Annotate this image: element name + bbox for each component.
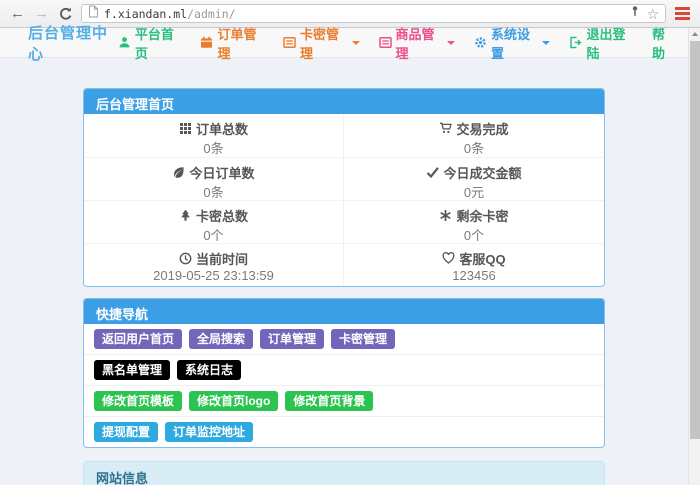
btn-order-mgmt[interactable]: 订单管理 <box>260 329 324 349</box>
btn-withdraw-config[interactable]: 提现配置 <box>94 422 158 442</box>
nav-item-logout[interactable]: 退出登陆 <box>569 24 633 62</box>
nav-item-label: 卡密管理 <box>300 24 345 62</box>
scrollbar-up-arrow-icon[interactable] <box>689 28 700 40</box>
screen: ← → f.xiandan.ml/admin/ ☆ 后台管理中心 平台首页 <box>0 0 700 485</box>
grid-icon <box>179 122 192 135</box>
nav-item-label: 帮助 <box>652 24 676 62</box>
quick-nav-row-green: 修改首页模板 修改首页logo 修改首页背景 <box>84 386 604 417</box>
page: 后台管理中心 平台首页 订单管理 卡密管理 商品管理 <box>0 28 688 485</box>
stat-value: 0个 <box>84 225 343 244</box>
chevron-down-icon <box>447 41 455 45</box>
brand-title: 后台管理中心 <box>28 22 118 64</box>
tree-icon <box>179 209 192 222</box>
clock-icon <box>179 252 192 265</box>
asterisk-icon <box>439 209 452 222</box>
btn-system-log[interactable]: 系统日志 <box>177 360 241 380</box>
back-icon[interactable]: ← <box>10 6 25 21</box>
card-icon <box>379 36 392 49</box>
site-info-title: 网站信息 <box>84 462 604 485</box>
stats-grid: 订单总数 0条 交易完成 0条 今日订单数 0条 今日成交金额 <box>84 114 604 286</box>
check-icon <box>426 166 439 179</box>
chevron-down-icon <box>542 41 550 45</box>
stat-value: 0个 <box>344 225 604 244</box>
page-icon <box>88 5 99 23</box>
stat-value: 0条 <box>344 138 604 157</box>
stat-label: 卡密总数 <box>196 206 248 225</box>
nav-item-label: 订单管理 <box>217 24 264 62</box>
site-info-panel: 网站信息 <box>83 461 605 485</box>
dashboard-panel-title: 后台管理首页 <box>84 89 604 114</box>
card-icon <box>283 36 296 49</box>
nav-item-system-settings[interactable]: 系统设置 <box>474 24 550 62</box>
stat-amount-today: 今日成交金额 0元 <box>344 157 604 200</box>
stat-current-time: 当前时间 2019-05-25 23:13:59 <box>84 243 344 286</box>
btn-card-mgmt[interactable]: 卡密管理 <box>331 329 395 349</box>
btn-edit-template[interactable]: 修改首页模板 <box>94 391 182 411</box>
btn-global-search[interactable]: 全局搜索 <box>189 329 253 349</box>
page-scrollbar[interactable] <box>688 28 700 485</box>
stat-service-qq: 客服QQ 123456 <box>344 243 604 286</box>
stat-value: 0元 <box>344 182 604 201</box>
stat-label: 剩余卡密 <box>456 206 508 225</box>
nav-item-card-mgmt[interactable]: 卡密管理 <box>283 24 359 62</box>
heart-icon <box>442 252 455 265</box>
url-bar[interactable]: f.xiandan.ml/admin/ ☆ <box>81 4 666 23</box>
key-icon[interactable] <box>629 5 641 23</box>
quick-nav-panel: 快捷导航 返回用户首页 全局搜索 订单管理 卡密管理 黑名单管理 系统日志 修改… <box>83 298 605 448</box>
nav-item-label: 退出登陆 <box>586 24 633 62</box>
stat-label: 当前时间 <box>196 249 248 268</box>
nav-item-order-mgmt[interactable]: 订单管理 <box>200 24 264 62</box>
btn-blacklist-mgmt[interactable]: 黑名单管理 <box>94 360 170 380</box>
content-area: 后台管理首页 订单总数 0条 交易完成 0条 今日订单数 0条 <box>0 58 688 485</box>
stat-orders-today: 今日订单数 0条 <box>84 157 344 200</box>
stat-order-total: 订单总数 0条 <box>84 114 344 157</box>
nav-item-label: 系统设置 <box>491 24 536 62</box>
quick-nav-row-black: 黑名单管理 系统日志 <box>84 355 604 386</box>
scrollbar-thumb[interactable] <box>690 41 700 439</box>
stat-label: 客服QQ <box>459 249 505 268</box>
forward-icon[interactable]: → <box>34 6 49 21</box>
stat-value: 0条 <box>84 182 343 201</box>
url-path: /admin/ <box>187 7 235 21</box>
nav-item-label: 平台首页 <box>135 24 182 62</box>
calendar-icon <box>200 36 213 49</box>
nav-menu: 平台首页 订单管理 卡密管理 商品管理 系统 <box>118 24 676 62</box>
dashboard-panel: 后台管理首页 订单总数 0条 交易完成 0条 今日订单数 0条 <box>83 88 605 287</box>
btn-user-home[interactable]: 返回用户首页 <box>94 329 182 349</box>
container: 后台管理首页 订单总数 0条 交易完成 0条 今日订单数 0条 <box>83 88 605 485</box>
admin-navbar: 后台管理中心 平台首页 订单管理 卡密管理 商品管理 <box>0 28 688 58</box>
stat-label: 交易完成 <box>456 119 508 138</box>
cart-icon <box>439 122 452 135</box>
btn-edit-background[interactable]: 修改首页背景 <box>285 391 373 411</box>
stat-value: 123456 <box>344 268 604 283</box>
quick-nav-row-purple: 返回用户首页 全局搜索 订单管理 卡密管理 <box>84 324 604 355</box>
nav-item-product-mgmt[interactable]: 商品管理 <box>379 24 455 62</box>
btn-edit-logo[interactable]: 修改首页logo <box>189 391 278 411</box>
url-host: f.xiandan.ml <box>104 7 187 21</box>
stat-value: 2019-05-25 23:13:59 <box>84 268 343 283</box>
quick-nav-title: 快捷导航 <box>84 299 604 324</box>
chevron-down-icon <box>352 41 360 45</box>
nav-item-help[interactable]: 帮助 <box>652 24 676 62</box>
logout-icon <box>569 36 582 49</box>
btn-order-monitor-url[interactable]: 订单监控地址 <box>165 422 253 442</box>
user-icon <box>118 36 131 49</box>
stat-cards-total: 卡密总数 0个 <box>84 200 344 243</box>
bookmark-star-icon[interactable]: ☆ <box>646 7 659 21</box>
stat-trades-done: 交易完成 0条 <box>344 114 604 157</box>
stat-cards-remaining: 剩余卡密 0个 <box>344 200 604 243</box>
stat-value: 0条 <box>84 138 343 157</box>
stat-label: 今日订单数 <box>189 163 254 182</box>
url-text: f.xiandan.ml/admin/ <box>104 7 236 21</box>
quick-nav-row-blue: 提现配置 订单监控地址 <box>84 417 604 447</box>
gear-icon <box>474 36 487 49</box>
nav-item-platform-home[interactable]: 平台首页 <box>118 24 182 62</box>
browser-menu-icon[interactable] <box>675 7 690 20</box>
leaf-icon <box>172 166 185 179</box>
stat-label: 今日成交金额 <box>443 163 521 182</box>
nav-item-label: 商品管理 <box>396 24 441 62</box>
reload-icon[interactable] <box>58 7 72 21</box>
stat-label: 订单总数 <box>196 119 248 138</box>
